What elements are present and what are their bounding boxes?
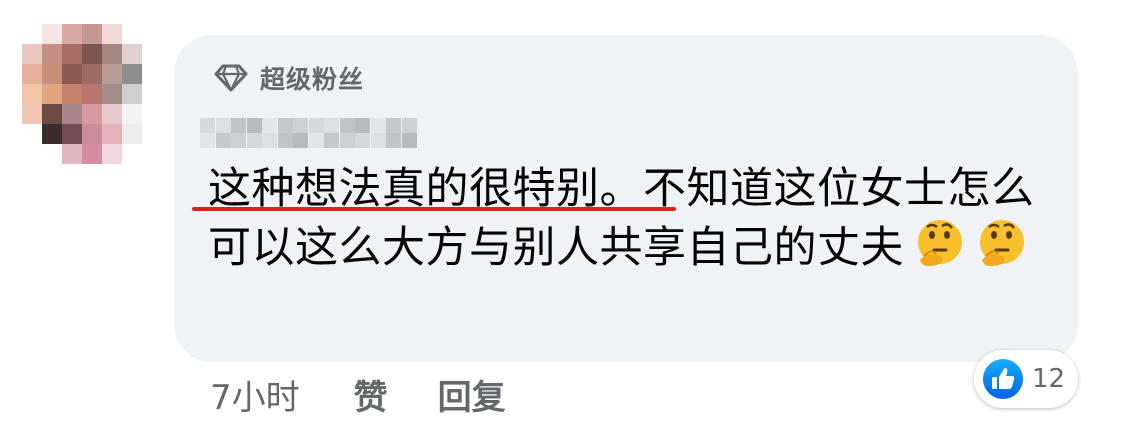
avatar-pixel [62, 84, 82, 104]
avatar-pixel [122, 84, 142, 104]
avatar-pixel [62, 104, 82, 124]
name-blur-block [215, 118, 231, 133]
avatar-pixel [22, 84, 42, 104]
avatar-pixel [82, 144, 102, 164]
name-blur-block [277, 133, 293, 148]
avatar-pixel [82, 84, 102, 104]
avatar-pixel [42, 124, 62, 144]
comment-text-underlined: 这种想法真的很特别。 [208, 164, 643, 214]
avatar-pixel [102, 104, 122, 124]
name-blur-block [370, 133, 386, 148]
name-blur-block [231, 133, 246, 148]
avatar-pixel [82, 104, 102, 124]
avatar-pixel [122, 64, 142, 84]
name-blur-block [324, 133, 339, 148]
avatar-pixel [122, 124, 142, 144]
thinking-face-icon [914, 218, 966, 270]
avatar-pixel [102, 124, 122, 144]
name-blur-block [401, 133, 417, 148]
avatar-pixel [102, 144, 122, 164]
name-blur-block [200, 118, 215, 133]
avatar-pixel [82, 124, 102, 144]
like-button[interactable]: 赞 [354, 370, 388, 419]
name-blur-block [324, 118, 339, 133]
name-blur-block [355, 118, 370, 133]
name-blur-block [308, 118, 324, 133]
author-name[interactable] [200, 118, 418, 148]
name-blur-block [370, 118, 386, 133]
name-blur-block [246, 133, 262, 148]
reply-button[interactable]: 回复 [438, 370, 506, 419]
avatar-pixel [62, 64, 82, 84]
avatar[interactable] [22, 24, 162, 164]
avatar-pixel [42, 24, 62, 44]
name-blur-block [386, 118, 401, 133]
timestamp[interactable]: 7小时 [210, 370, 300, 419]
like-icon [982, 358, 1024, 400]
name-blur-block [293, 118, 308, 133]
thinking-face-icon [976, 218, 1028, 270]
name-blur-block [293, 133, 308, 148]
avatar-pixel [82, 24, 102, 44]
avatar-pixel [102, 84, 122, 104]
name-blur-block [355, 133, 370, 148]
name-blur-block [386, 133, 401, 148]
reaction-summary[interactable]: 12 [974, 350, 1078, 408]
name-blur-block [339, 133, 355, 148]
avatar-pixel [62, 24, 82, 44]
avatar-pixel [102, 64, 122, 84]
badge-label: 超级粉丝 [260, 65, 365, 94]
name-blur-block [200, 133, 215, 148]
name-blur-block [262, 133, 277, 148]
avatar-pixel [62, 44, 82, 64]
name-blur-block [277, 118, 293, 133]
name-blur-block [262, 118, 277, 133]
name-blur-block [215, 133, 231, 148]
avatar-pixel [62, 124, 82, 144]
avatar-pixel [22, 104, 42, 124]
reaction-count: 12 [1032, 364, 1066, 394]
avatar-pixel [82, 44, 102, 64]
comment-text: 这种想法真的很特别。不知道这位女士怎么可以这么大方与别人共享自己的丈夫 [208, 160, 1048, 277]
top-fan-badge: 超级粉丝 [214, 58, 364, 98]
avatar-pixel [122, 44, 142, 64]
avatar-pixel [22, 44, 42, 64]
avatar-pixel [82, 64, 102, 84]
name-blur-block [246, 118, 262, 133]
avatar-pixel [42, 104, 62, 124]
avatar-pixel [22, 64, 42, 84]
avatar-pixel [62, 144, 82, 164]
avatar-pixel [102, 44, 122, 64]
avatar-pixel [42, 64, 62, 84]
name-blur-block [339, 118, 355, 133]
name-blur-block [231, 118, 246, 133]
avatar-pixel [122, 104, 142, 124]
comment-actions: 7小时 赞 回复 [210, 366, 506, 422]
name-blur-block [401, 118, 417, 133]
avatar-pixel [102, 24, 122, 44]
avatar-pixel [42, 84, 62, 104]
name-blur-block [308, 133, 324, 148]
avatar-pixel [42, 44, 62, 64]
diamond-icon [214, 63, 248, 93]
